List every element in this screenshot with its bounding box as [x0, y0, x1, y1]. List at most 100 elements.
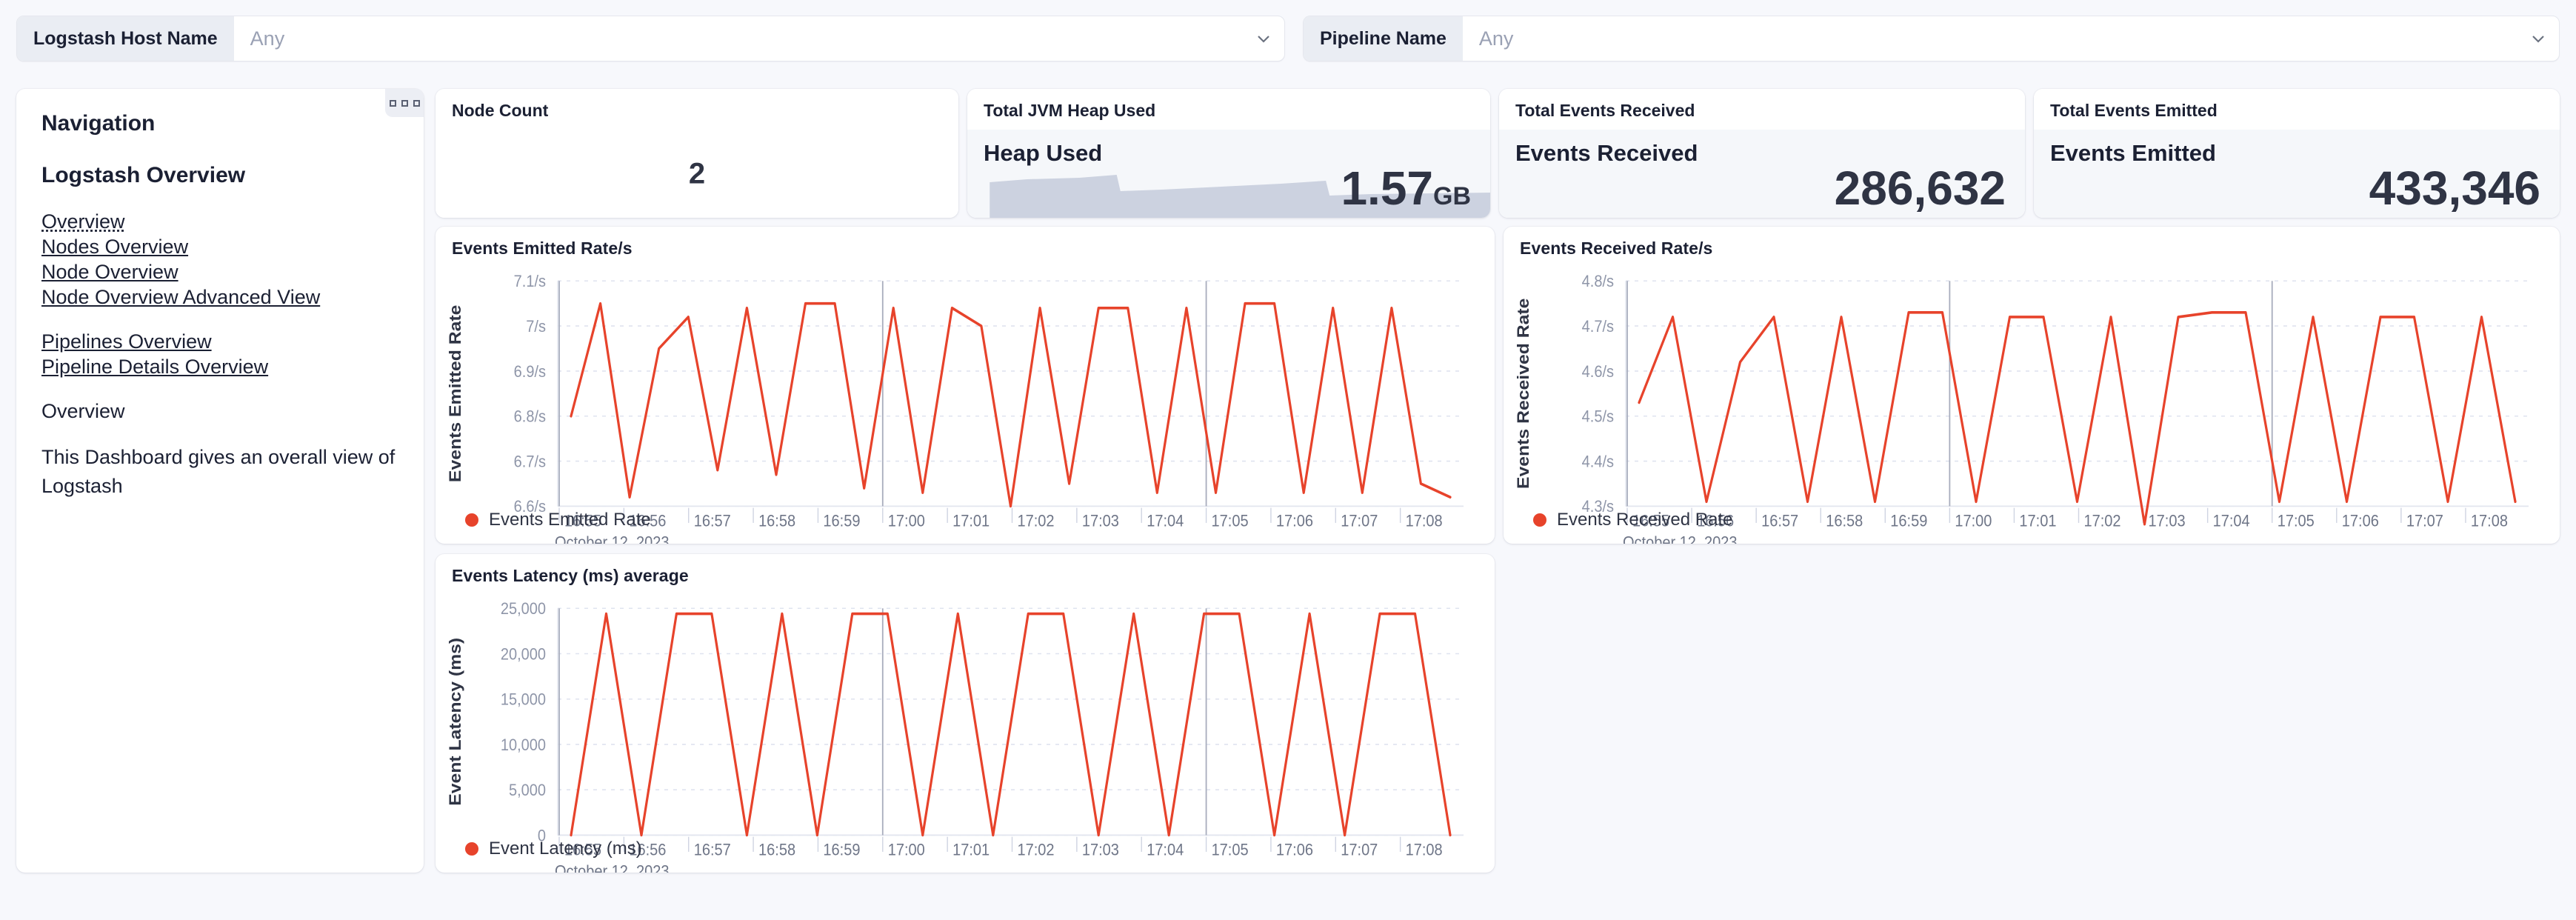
svg-text:16:58: 16:58: [758, 511, 795, 530]
svg-text:17:04: 17:04: [2213, 511, 2250, 530]
svg-text:6.9/s: 6.9/s: [514, 362, 546, 381]
legend-label: Events Emitted Rate: [489, 510, 651, 530]
svg-text:17:08: 17:08: [1406, 840, 1443, 859]
grip-dots-icon[interactable]: [385, 89, 424, 117]
chart-title-events-emitted-rate: Events Emitted Rate/s: [452, 239, 633, 258]
nav-description: This Dashboard gives an overall view of …: [41, 446, 396, 498]
svg-text:16:57: 16:57: [694, 840, 731, 859]
chart-panel-events-latency: Events Latency (ms) average 0 5,000 10,000…: [436, 554, 1495, 873]
svg-text:17:02: 17:02: [1018, 840, 1055, 859]
svg-text:4.8/s: 4.8/s: [1582, 272, 1614, 290]
nav-link-node-overview-advanced-view[interactable]: Node Overview Advanced View: [41, 284, 398, 310]
metric-body-total-events-received: Events Received 286,632: [1499, 130, 2025, 218]
svg-text:17:07: 17:07: [2406, 511, 2443, 530]
metric-value-events-emitted: 433,346: [2369, 161, 2540, 215]
svg-text:16:59: 16:59: [1890, 511, 1927, 530]
svg-text:4.4/s: 4.4/s: [1582, 452, 1614, 470]
svg-text:17:06: 17:06: [2342, 511, 2379, 530]
chart-legend-events-latency[interactable]: Event Latency (ms): [465, 839, 642, 859]
legend-label: Event Latency (ms): [489, 839, 642, 859]
legend-color-dot: [1533, 513, 1546, 527]
svg-text:17:01: 17:01: [2019, 511, 2056, 530]
metric-title-jvm-heap: Total JVM Heap Used: [967, 89, 1490, 130]
svg-text:17:00: 17:00: [1955, 511, 1992, 530]
chart-canvas-events-emitted-rate[interactable]: 6.6/s 6.7/s 6.8/s 6.9/s 7/s 7.1/s Events Emitt…: [436, 266, 1495, 544]
svg-text:17:06: 17:06: [1276, 511, 1313, 530]
metric-value-number: 1.57: [1341, 161, 1433, 215]
svg-text:Event Latency (ms): Event Latency (ms): [446, 638, 464, 806]
svg-text:7.1/s: 7.1/s: [514, 272, 546, 290]
svg-text:16:58: 16:58: [758, 840, 795, 859]
svg-text:17:00: 17:00: [888, 840, 925, 859]
metric-subtitle-events-emitted: Events Emitted: [2050, 140, 2216, 166]
svg-text:17:08: 17:08: [2471, 511, 2508, 530]
nav-link-nodes-overview[interactable]: Nodes Overview: [41, 234, 398, 259]
svg-text:17:07: 17:07: [1341, 511, 1378, 530]
metric-title-node-count: Node Count: [436, 89, 958, 130]
svg-text:6.8/s: 6.8/s: [514, 407, 546, 426]
svg-text:17:01: 17:01: [952, 840, 990, 859]
metric-subtitle-events-received: Events Received: [1515, 140, 1698, 166]
chevron-down-icon[interactable]: [1243, 16, 1284, 61]
svg-text:6.7/s: 6.7/s: [514, 452, 546, 470]
chart-panel-events-emitted-rate: Events Emitted Rate/s 6.6/s 6.7/s 6.8/s 6.9…: [436, 227, 1495, 544]
navigation-panel: Navigation Logstash Overview Overview No…: [16, 89, 424, 873]
svg-text:10,000: 10,000: [501, 736, 546, 754]
metric-title-total-events-received: Total Events Received: [1499, 89, 2025, 130]
chart-canvas-events-received-rate[interactable]: 4.3/s 4.4/s 4.5/s 4.6/s 4.7/s 4.8/s Events Rec…: [1504, 266, 2560, 544]
svg-text:17:03: 17:03: [2149, 511, 2186, 530]
chart-title-events-latency: Events Latency (ms) average: [452, 566, 689, 585]
svg-text:17:08: 17:08: [1406, 511, 1443, 530]
filter-logstash-host-name[interactable]: Logstash Host Name Any: [16, 16, 1285, 61]
svg-text:October 12, 2023: October 12, 2023: [555, 862, 669, 873]
metric-panel-total-events-emitted: Total Events Emitted Events Emitted 433,…: [2034, 89, 2560, 218]
svg-text:16:59: 16:59: [823, 511, 860, 530]
metric-body-node-count: 2: [436, 130, 958, 218]
chart-legend-events-emitted-rate[interactable]: Events Emitted Rate: [465, 510, 651, 530]
svg-text:17:05: 17:05: [1212, 840, 1249, 859]
legend-label: Events Received Rate: [1557, 510, 1733, 530]
nav-link-pipelines-overview[interactable]: Pipelines Overview: [41, 329, 398, 354]
nav-link-overview[interactable]: Overview: [41, 209, 398, 234]
chart-legend-events-received-rate[interactable]: Events Received Rate: [1533, 510, 1732, 530]
svg-text:Events Received Rate: Events Received Rate: [1514, 299, 1532, 489]
chart-canvas-events-latency[interactable]: 0 5,000 10,000 15,000 20,000 25,000 Event Late…: [436, 593, 1495, 873]
filter-bar: Logstash Host Name Any Pipeline Name Any: [0, 0, 2576, 77]
filter-value-pipeline[interactable]: Any: [1462, 16, 2517, 61]
svg-text:5,000: 5,000: [509, 781, 546, 799]
metric-panel-node-count: Node Count 2: [436, 89, 958, 218]
svg-text:17:04: 17:04: [1147, 840, 1184, 859]
filter-label-host: Logstash Host Name: [17, 16, 234, 61]
metric-value-events-received: 286,632: [1834, 161, 2006, 215]
nav-link-node-overview[interactable]: Node Overview: [41, 259, 398, 284]
svg-text:17:00: 17:00: [888, 511, 925, 530]
svg-text:16:57: 16:57: [694, 511, 731, 530]
chart-panel-events-received-rate: Events Received Rate/s 4.3/s 4.4/s 4.5/s 4.…: [1504, 227, 2560, 544]
nav-link-pipeline-details-overview[interactable]: Pipeline Details Overview: [41, 354, 398, 379]
svg-text:4.5/s: 4.5/s: [1582, 407, 1614, 426]
legend-color-dot: [465, 513, 478, 527]
filter-value-host[interactable]: Any: [233, 16, 1243, 61]
navigation-section-title: Logstash Overview: [41, 163, 246, 187]
metric-body-jvm-heap: Heap Used 1.57GB: [967, 130, 1490, 218]
metric-value-node-count: 2: [688, 157, 706, 190]
chevron-down-icon[interactable]: [2517, 16, 2559, 61]
filter-label-pipeline: Pipeline Name: [1303, 16, 1463, 61]
svg-text:October 12, 2023: October 12, 2023: [1623, 533, 1738, 544]
svg-text:15,000: 15,000: [501, 690, 546, 709]
svg-text:17:01: 17:01: [952, 511, 990, 530]
svg-text:Events Emitted Rate: Events Emitted Rate: [446, 305, 464, 483]
svg-text:16:57: 16:57: [1761, 511, 1798, 530]
svg-text:17:05: 17:05: [2278, 511, 2315, 530]
svg-text:4.7/s: 4.7/s: [1582, 317, 1614, 336]
svg-text:17:03: 17:03: [1082, 840, 1119, 859]
filter-pipeline-name[interactable]: Pipeline Name Any: [1302, 16, 2560, 61]
svg-text:16:59: 16:59: [823, 840, 860, 859]
metric-panel-total-events-received: Total Events Received Events Received 28…: [1499, 89, 2025, 218]
svg-text:25,000: 25,000: [501, 599, 546, 618]
metric-subtitle-heap-used: Heap Used: [984, 140, 1103, 166]
svg-text:17:02: 17:02: [2084, 511, 2121, 530]
